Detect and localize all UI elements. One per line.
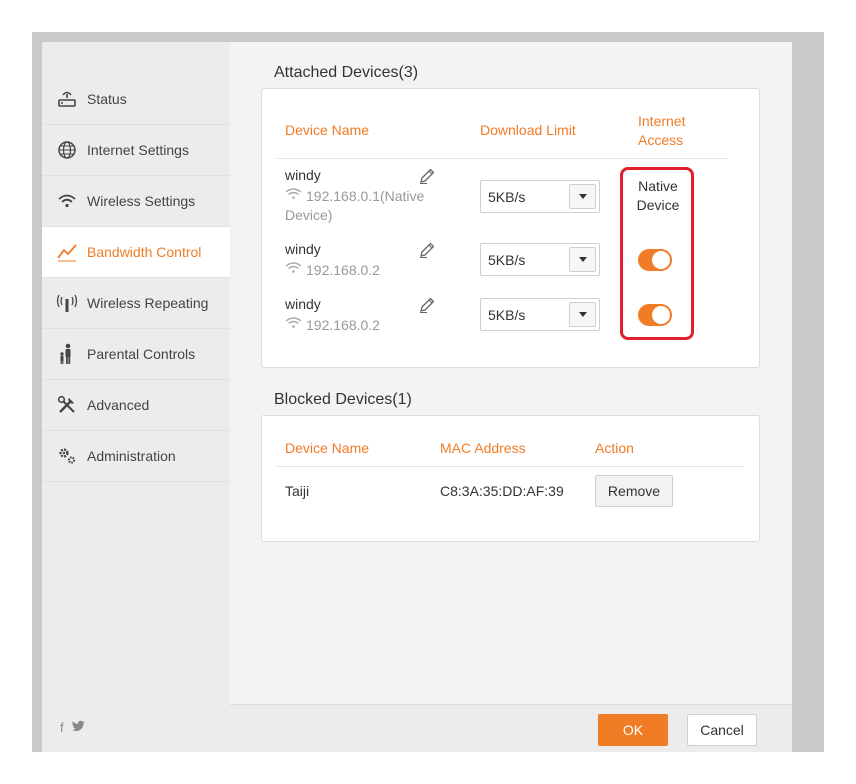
gears-icon bbox=[56, 445, 78, 467]
edit-pencil-icon[interactable] bbox=[418, 167, 436, 185]
remove-button[interactable]: Remove bbox=[595, 475, 673, 507]
blocked-devices-panel bbox=[261, 415, 760, 542]
download-limit-select[interactable]: 5KB/s bbox=[480, 243, 600, 276]
sidebar-item-label: Status bbox=[87, 91, 127, 107]
facebook-icon[interactable]: f bbox=[60, 720, 64, 735]
sidebar-item-label: Advanced bbox=[87, 397, 150, 413]
sidebar-item-label: Wireless Settings bbox=[87, 193, 196, 209]
column-download-limit: Download Limit bbox=[480, 122, 576, 138]
sidebar: Status Internet Settings Wireless Settin… bbox=[42, 42, 230, 752]
device-name: windy bbox=[285, 241, 321, 257]
sidebar-item-label: Administration bbox=[87, 448, 176, 464]
twitter-icon[interactable] bbox=[71, 720, 85, 735]
chevron-down-icon[interactable] bbox=[569, 184, 596, 209]
device-ip: 192.168.0.2 bbox=[285, 316, 435, 335]
download-limit-select[interactable]: 5KB/s bbox=[480, 180, 600, 213]
sidebar-item-wireless-repeating[interactable]: Wireless Repeating bbox=[42, 278, 230, 329]
column-internet-access: Internet Access bbox=[638, 113, 686, 148]
sidebar-item-label: Parental Controls bbox=[87, 346, 196, 362]
device-ip: 192.168.0.2 bbox=[285, 261, 435, 280]
social-links: f bbox=[60, 720, 85, 735]
chevron-down-icon[interactable] bbox=[569, 247, 596, 272]
device-name: windy bbox=[285, 167, 321, 183]
column-device-name: Device Name bbox=[285, 440, 370, 456]
column-mac-address: MAC Address bbox=[440, 440, 526, 456]
sidebar-item-parental-controls[interactable]: Parental Controls bbox=[42, 329, 230, 380]
column-device-name: Device Name bbox=[285, 122, 370, 138]
sidebar-item-label: Wireless Repeating bbox=[87, 295, 209, 311]
sidebar-item-bandwidth-control[interactable]: Bandwidth Control bbox=[42, 227, 230, 278]
edit-pencil-icon[interactable] bbox=[418, 296, 436, 314]
sidebar-item-status[interactable]: Status bbox=[42, 74, 230, 125]
wifi-icon bbox=[56, 190, 78, 212]
sidebar-item-label: Internet Settings bbox=[87, 142, 189, 158]
cancel-button[interactable]: Cancel bbox=[687, 714, 757, 746]
chevron-down-icon[interactable] bbox=[569, 302, 596, 327]
blocked-devices-title: Blocked Devices(1) bbox=[274, 391, 412, 408]
download-limit-select[interactable]: 5KB/s bbox=[480, 298, 600, 331]
globe-icon bbox=[56, 139, 78, 161]
blocked-device-name: Taiji bbox=[285, 483, 310, 499]
window-right-edge bbox=[792, 42, 824, 752]
edit-pencil-icon[interactable] bbox=[418, 241, 436, 259]
sidebar-item-wireless-settings[interactable]: Wireless Settings bbox=[42, 176, 230, 227]
tools-icon bbox=[56, 394, 78, 416]
bandwidth-chart-icon bbox=[56, 241, 78, 263]
router-icon bbox=[56, 88, 78, 110]
header-divider bbox=[277, 466, 744, 467]
parent-child-icon bbox=[56, 343, 78, 365]
blocked-device-mac: C8:3A:35:DD:AF:39 bbox=[440, 483, 564, 499]
repeater-icon bbox=[56, 292, 78, 314]
attached-devices-title: Attached Devices(3) bbox=[274, 64, 419, 81]
wifi-signal-icon bbox=[285, 262, 302, 273]
device-ip: 192.168.0.1(Native Device) bbox=[285, 188, 425, 223]
wifi-signal-icon bbox=[285, 188, 302, 199]
sidebar-item-internet-settings[interactable]: Internet Settings bbox=[42, 125, 230, 176]
wifi-signal-icon bbox=[285, 317, 302, 328]
sidebar-item-advanced[interactable]: Advanced bbox=[42, 380, 230, 431]
header-divider bbox=[277, 158, 728, 159]
column-action: Action bbox=[595, 440, 634, 456]
red-highlight-box bbox=[620, 167, 694, 340]
device-name: windy bbox=[285, 296, 321, 312]
ok-button[interactable]: OK bbox=[598, 714, 668, 746]
sidebar-item-label: Bandwidth Control bbox=[87, 244, 202, 260]
sidebar-item-administration[interactable]: Administration bbox=[42, 431, 230, 482]
